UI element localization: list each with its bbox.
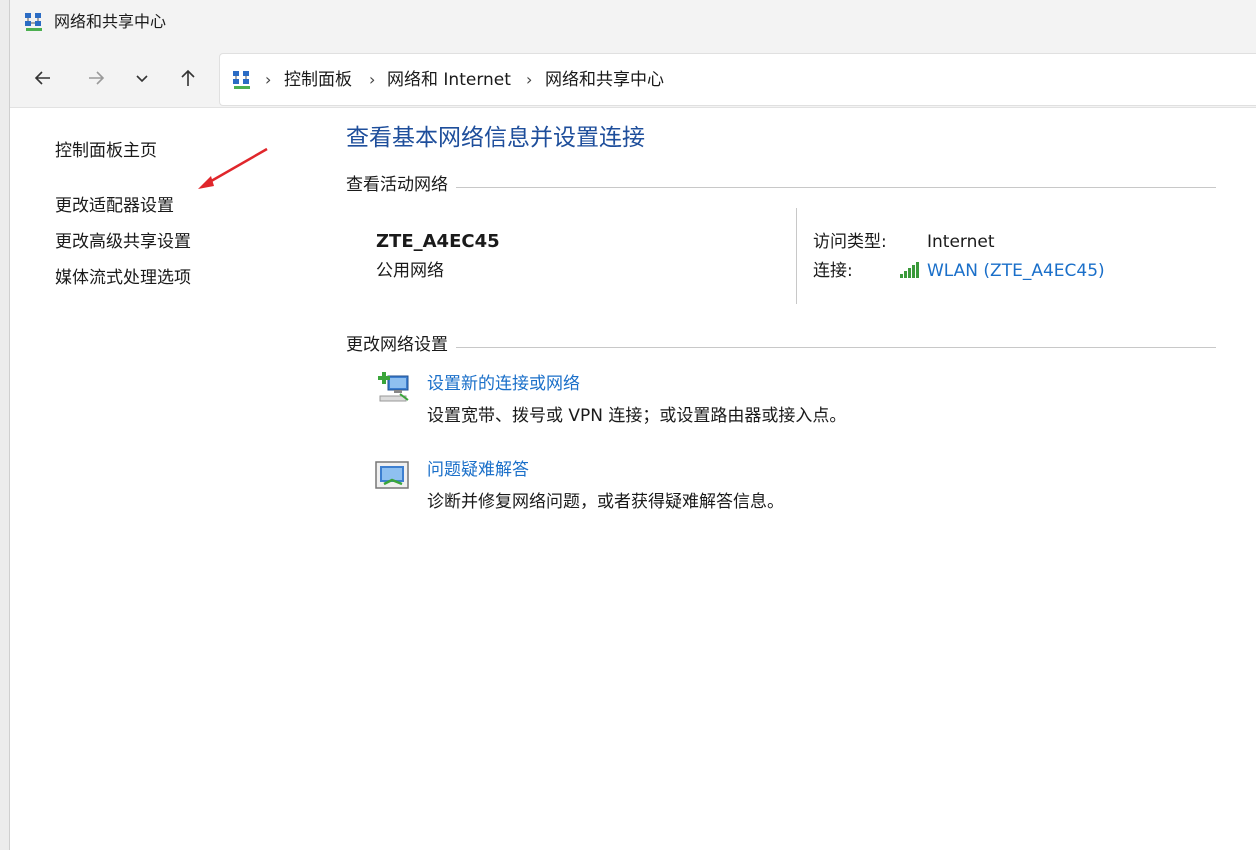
sidebar-item-media-streaming-options[interactable]: 媒体流式处理选项	[55, 266, 191, 290]
breadcrumb-network-sharing-center[interactable]: 网络和共享中心	[545, 68, 664, 92]
background-window-edge	[0, 0, 10, 850]
arrow-up-icon	[181, 69, 195, 86]
network-sharing-center-window: 网络和共享中心 › 控制面板 › 网络和 Internet › 网络和共享中心 …	[10, 0, 1256, 850]
breadcrumb-separator: ›	[369, 70, 376, 89]
breadcrumb-separator: ›	[526, 70, 533, 89]
network-icon	[25, 13, 42, 31]
control-panel-icon	[233, 71, 250, 89]
annotation-arrow	[198, 147, 268, 189]
title-bar: 网络和共享中心	[10, 0, 1256, 44]
sidebar-item-change-adapter-settings[interactable]: 更改适配器设置	[55, 194, 174, 218]
access-type-value: Internet	[927, 232, 995, 252]
breadcrumb-control-panel[interactable]: 控制面板	[284, 68, 352, 92]
connection-label: 连接:	[813, 261, 853, 281]
change-network-settings-heading: 更改网络设置	[346, 333, 456, 357]
network-category: 公用网络	[376, 261, 444, 281]
breadcrumb-separator: ›	[265, 70, 272, 89]
section-divider	[346, 347, 1216, 348]
network-name: ZTE_A4EC45	[376, 231, 500, 252]
forward-button[interactable]	[82, 64, 110, 92]
page-title: 查看基本网络信息并设置连接	[346, 125, 645, 151]
sidebar-item-advanced-sharing-settings[interactable]: 更改高级共享设置	[55, 230, 191, 254]
sidebar-item-control-panel-home[interactable]: 控制面板主页	[55, 139, 157, 163]
window-title: 网络和共享中心	[54, 12, 167, 31]
arrow-left-icon	[34, 71, 50, 85]
connection-link[interactable]: WLAN (ZTE_A4EC45)	[927, 259, 1105, 283]
troubleshoot-icon	[375, 461, 409, 489]
address-bar[interactable]: › 控制面板 › 网络和 Internet › 网络和共享中心	[219, 53, 1256, 106]
new-connection-icon	[378, 372, 409, 402]
troubleshoot-link[interactable]: 问题疑难解答	[427, 458, 529, 482]
navigation-bar: › 控制面板 › 网络和 Internet › 网络和共享中心	[10, 44, 1256, 108]
arrow-right-icon	[89, 71, 105, 85]
back-button[interactable]	[29, 64, 57, 92]
wifi-signal-icon	[900, 262, 919, 278]
section-divider	[346, 187, 1216, 188]
recent-locations-button[interactable]	[128, 64, 156, 92]
troubleshoot-description: 诊断并修复网络问题，或者获得疑难解答信息。	[427, 492, 784, 512]
active-network-heading: 查看活动网络	[346, 173, 456, 197]
setup-new-connection-description: 设置宽带、拨号或 VPN 连接；或设置路由器或接入点。	[427, 406, 847, 426]
chevron-down-icon	[136, 75, 148, 83]
breadcrumb-network-internet[interactable]: 网络和 Internet	[387, 68, 511, 92]
up-button[interactable]	[174, 64, 202, 92]
setup-new-connection-link[interactable]: 设置新的连接或网络	[427, 372, 580, 396]
access-type-label: 访问类型:	[813, 232, 887, 252]
vertical-divider	[796, 208, 797, 304]
